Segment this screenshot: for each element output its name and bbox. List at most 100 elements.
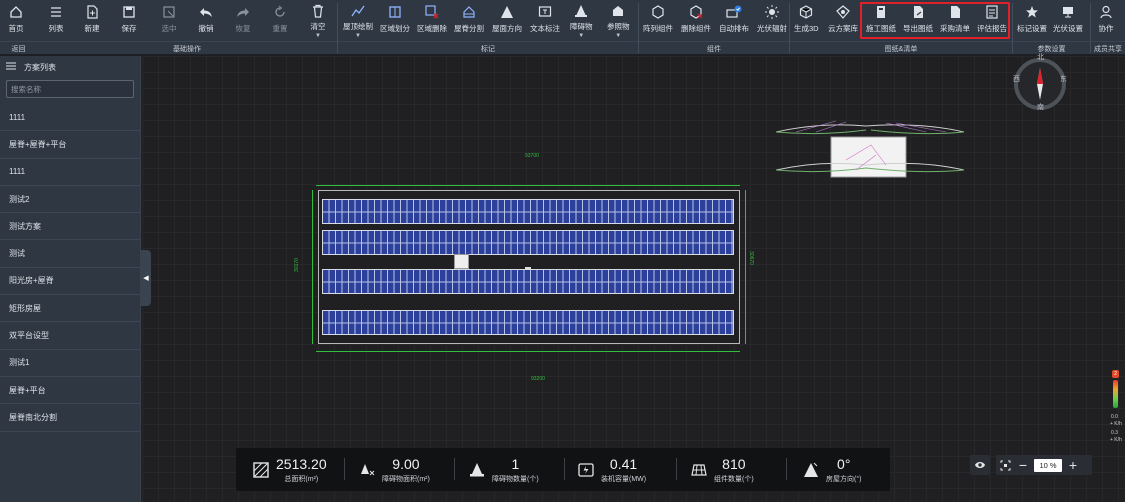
auto-layout-button[interactable]: 自动排布 xyxy=(719,4,749,38)
reference-icon xyxy=(610,4,626,18)
compass-east: 东 xyxy=(1060,76,1067,83)
delete-module-button[interactable]: 删除组件 xyxy=(681,4,711,38)
separator xyxy=(786,458,787,480)
list-item[interactable]: 屋脊+屋脊+平台 xyxy=(0,131,140,159)
export-drawing-icon xyxy=(910,4,926,20)
group-label-mark: 标记 xyxy=(338,41,638,55)
roof-draw-dropdown[interactable]: 屋顶绘制 ▼ xyxy=(343,4,373,39)
stats-bar: 2513.20 总面积(m²) 9.00 障碍物面积(m²) 1 障碍物数量(个) 0… xyxy=(236,448,890,491)
roof-direction-button[interactable]: 屋面方向 xyxy=(492,4,522,38)
export-drawing-button[interactable]: 导出图纸 xyxy=(903,4,933,38)
redo-button[interactable]: 恢复 xyxy=(235,4,251,38)
obstacle-dropdown[interactable]: 障碍物 ▼ xyxy=(570,4,593,39)
ridge-split-button[interactable]: 屋脊分割 xyxy=(454,4,484,38)
dimension-line-left xyxy=(312,190,313,344)
sidebar-collapse-toggle[interactable]: ◀ xyxy=(141,250,151,306)
list-item[interactable]: 矩形房屋 xyxy=(0,295,140,323)
group-label-module: 组件 xyxy=(639,41,789,55)
list-item[interactable]: 1111 xyxy=(0,159,140,186)
area-divide-button[interactable]: 区域划分 xyxy=(380,4,410,38)
obstacle-block[interactable] xyxy=(454,254,469,269)
stat-module-count: 810 组件数量(个) xyxy=(690,448,754,491)
dimension-bottom: 93200 xyxy=(531,376,545,382)
collaborate-button[interactable]: 协作 xyxy=(1098,4,1114,38)
stat-obstacle-count: 1 障碍物数量(个) xyxy=(468,448,539,491)
undo-button[interactable]: 撤销 xyxy=(198,4,214,38)
pv-panel-row[interactable] xyxy=(322,230,734,255)
generate-3d-icon xyxy=(798,4,814,20)
select-icon xyxy=(161,4,177,20)
zoom-control: − 10 % + xyxy=(996,455,1092,475)
purchase-list-button[interactable]: 采购清单 xyxy=(940,4,970,38)
select-button[interactable]: 选中 xyxy=(161,4,177,38)
legend-unit: + K/h xyxy=(1110,421,1122,427)
legend-value: 0.0 xyxy=(1111,414,1118,420)
preview-3d-sketch xyxy=(776,120,965,178)
generate-3d-button[interactable]: 生成3D xyxy=(794,4,819,38)
search-input[interactable]: 搜索名称 xyxy=(6,80,134,98)
pv-panel-row[interactable] xyxy=(322,199,734,224)
construction-drawing-button[interactable]: 施工图纸 xyxy=(866,4,896,38)
reset-button[interactable]: 重置 xyxy=(272,4,288,38)
array-module-icon xyxy=(650,4,666,20)
marker-settings-button[interactable]: 标记设置 xyxy=(1017,4,1047,38)
compass-south: 南 xyxy=(1037,104,1044,111)
reset-icon xyxy=(272,4,288,20)
new-button[interactable]: 新建 xyxy=(84,4,100,38)
list-item[interactable]: 屋脊南北分割 xyxy=(0,404,140,432)
list-button[interactable]: 列表 xyxy=(48,4,64,38)
evaluation-report-button[interactable]: 评估报告 xyxy=(977,4,1007,38)
scheme-sidebar: 方案列表 搜索名称 1111 屋脊+屋脊+平台 1111 测试2 测试方案 测试… xyxy=(0,56,141,502)
list-item[interactable]: 测试2 xyxy=(0,186,140,214)
pv-panel-row[interactable] xyxy=(322,269,734,294)
list-item[interactable]: 双平台设型 xyxy=(0,322,140,350)
menu-icon[interactable] xyxy=(6,62,16,72)
group-label-drawings: 图纸&清单 xyxy=(790,41,1012,55)
text-label-icon xyxy=(537,4,553,20)
pv-settings-icon xyxy=(1060,4,1076,20)
area-delete-button[interactable]: 区域删除 xyxy=(417,4,447,38)
capacity-icon xyxy=(577,461,595,479)
compass-needle-icon xyxy=(1037,68,1043,100)
evaluation-report-icon xyxy=(984,4,1000,20)
pv-panel-row[interactable] xyxy=(322,310,734,335)
clear-dropdown[interactable]: 清空 ▼ xyxy=(310,4,326,39)
pv-settings-button[interactable]: 光伏设置 xyxy=(1053,4,1083,38)
reference-dropdown[interactable]: 参照物 ▼ xyxy=(607,4,630,39)
cloud-library-button[interactable]: 云方案库 xyxy=(828,4,858,38)
fit-view-button[interactable] xyxy=(996,455,1014,475)
zoom-out-button[interactable]: − xyxy=(1014,455,1032,475)
save-icon xyxy=(121,4,137,20)
visibility-toggle-button[interactable] xyxy=(970,455,990,475)
marker-settings-icon xyxy=(1024,4,1040,20)
home-button[interactable]: 首页 xyxy=(8,4,24,38)
list-item[interactable]: 屋脊+平台 xyxy=(0,377,140,405)
array-module-button[interactable]: 阵列组件 xyxy=(643,4,673,38)
zoom-level-input[interactable]: 10 % xyxy=(1034,458,1062,472)
save-button[interactable]: 保存 xyxy=(121,4,137,38)
trash-icon xyxy=(310,4,326,18)
stat-capacity: 0.41 装机容量(MW) xyxy=(577,448,646,491)
list-icon xyxy=(48,4,64,20)
roof-draw-icon xyxy=(350,4,366,18)
ridge-split-icon xyxy=(461,4,477,20)
dimension-right: 30670 xyxy=(747,251,754,265)
undo-icon xyxy=(198,4,214,20)
area-divide-icon xyxy=(387,4,403,20)
reference-object[interactable] xyxy=(525,267,531,270)
list-item[interactable]: 测试 xyxy=(0,240,140,268)
list-item[interactable]: 阳光房+屋脊 xyxy=(0,268,140,296)
pv-radiation-button[interactable]: 光伏辐射 xyxy=(757,4,787,38)
auto-layout-icon xyxy=(726,4,742,20)
legend-badge: 2 xyxy=(1112,370,1119,378)
new-file-icon xyxy=(84,4,100,20)
list-item[interactable]: 1111 xyxy=(0,104,140,132)
list-item[interactable]: 测试方案 xyxy=(0,213,140,241)
zoom-in-button[interactable]: + xyxy=(1064,455,1082,475)
chevron-left-icon: ◀ xyxy=(143,275,149,282)
list-item[interactable]: 测试1 xyxy=(0,350,140,377)
home-icon xyxy=(8,4,24,20)
text-label-button[interactable]: 文本标注 xyxy=(530,4,560,38)
stat-obstacle-area: 9.00 障碍物面积(m²) xyxy=(358,448,430,491)
pv-radiation-icon xyxy=(764,4,780,20)
